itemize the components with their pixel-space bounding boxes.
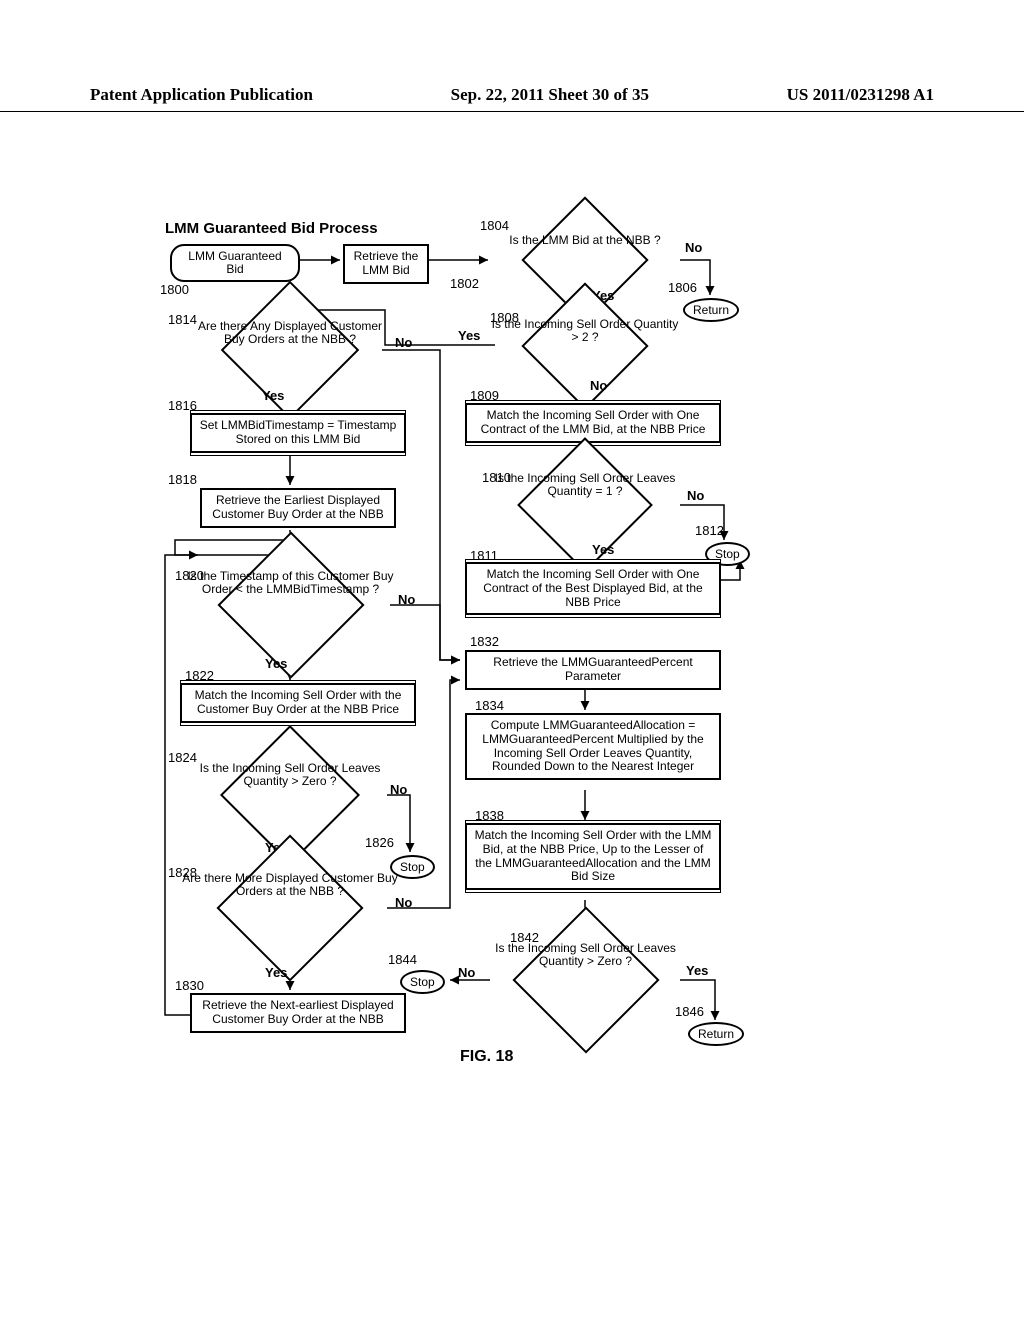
ref-1818: 1818 [168, 472, 197, 487]
label-no: No [687, 488, 704, 503]
process-1834: Compute LMMGuaranteedAllocation = LMMGua… [465, 713, 721, 780]
node-text: Return [698, 1027, 734, 1041]
decision-1804: Is the LMM Bid at the NBB ? [490, 234, 680, 286]
node-text: Match the Incoming Sell Order with the L… [475, 828, 712, 883]
node-text: Compute LMMGuaranteedAllocation = LMMGua… [482, 718, 703, 773]
page-header: Patent Application Publication Sep. 22, … [0, 85, 1024, 112]
node-text: Is the Incoming Sell Order Leaves Quanti… [180, 762, 400, 788]
node-text: Retrieve the LMMGuaranteedPercent Parame… [493, 655, 692, 683]
node-text: Match the Incoming Sell Order with One C… [481, 408, 706, 436]
process-1818: Retrieve the Earliest Displayed Customer… [200, 488, 396, 528]
ref-1844: 1844 [388, 952, 417, 967]
pub-type: Patent Application Publication [90, 85, 313, 105]
label-yes: Yes [458, 328, 480, 343]
node-text: Set LMMBidTimestamp = Timestamp Stored o… [200, 418, 397, 446]
ref-1846: 1846 [675, 1004, 704, 1019]
ref-1816: 1816 [168, 398, 197, 413]
label-yes: Yes [265, 656, 287, 671]
label-yes: Yes [265, 965, 287, 980]
process-1830: Retrieve the Next-earliest Displayed Cus… [190, 993, 406, 1033]
ref-1830: 1830 [175, 978, 204, 993]
label-yes: Yes [262, 388, 284, 403]
ref-1838: 1838 [475, 808, 504, 823]
process-1802: Retrieve the LMM Bid [343, 244, 429, 284]
process-1832: Retrieve the LMMGuaranteedPercent Parame… [465, 650, 721, 690]
node-text: Stop [400, 860, 425, 874]
label-no: No [590, 378, 607, 393]
ref-1826: 1826 [365, 835, 394, 850]
node-text: Is the Incoming Sell Order Leaves Quanti… [490, 472, 680, 498]
terminal-1806: Return [683, 298, 739, 322]
node-text: Is the Timestamp of this Customer Buy Or… [178, 570, 403, 596]
node-text: Stop [715, 547, 740, 561]
label-no: No [458, 965, 475, 980]
node-text: Match the Incoming Sell Order with One C… [483, 567, 702, 609]
decision-1810: Is the Incoming Sell Order Leaves Quanti… [490, 472, 680, 538]
ref-1832: 1832 [470, 634, 499, 649]
ref-1802: 1802 [450, 276, 479, 291]
ref-1800: 1800 [160, 282, 189, 297]
terminal-1844: Stop [400, 970, 445, 994]
ref-1804: 1804 [480, 218, 509, 233]
process-1809: Match the Incoming Sell Order with One C… [465, 403, 721, 443]
label-no: No [395, 335, 412, 350]
ref-1809: 1809 [470, 388, 499, 403]
decision-1808: Is the Incoming Sell Order Quantity > 2 … [490, 318, 680, 374]
ref-1806: 1806 [668, 280, 697, 295]
node-text: LMM Guaranteed Bid [188, 249, 281, 276]
decision-1820: Is the Timestamp of this Customer Buy Or… [178, 570, 403, 640]
sheet-info: Sep. 22, 2011 Sheet 30 of 35 [451, 85, 649, 105]
process-1811: Match the Incoming Sell Order with One C… [465, 562, 721, 615]
label-yes: Yes [592, 542, 614, 557]
node-text: Match the Incoming Sell Order with the C… [195, 688, 402, 716]
ref-1811: 1811 [470, 548, 498, 563]
node-text: Retrieve the Next-earliest Displayed Cus… [202, 998, 393, 1026]
node-text: Is the Incoming Sell Order Leaves Quanti… [488, 942, 683, 968]
node-text: Stop [410, 975, 435, 989]
terminal-1846: Return [688, 1022, 744, 1046]
terminal-start: LMM Guaranteed Bid [170, 244, 300, 282]
figure-label: FIG. 18 [460, 1048, 513, 1066]
decision-1842: Is the Incoming Sell Order Leaves Quanti… [488, 942, 683, 1018]
decision-1828: Are there More Displayed Customer Buy Or… [180, 872, 400, 944]
ref-1822: 1822 [185, 668, 214, 683]
node-text: Is the LMM Bid at the NBB ? [490, 234, 680, 247]
ref-1812: 1812 [695, 523, 724, 538]
node-text: Retrieve the Earliest Displayed Customer… [212, 493, 383, 521]
node-text: Is the Incoming Sell Order Quantity > 2 … [490, 318, 680, 344]
node-text: Return [693, 303, 729, 317]
flowchart-diagram: LMM Guaranteed Bid Process [150, 220, 890, 1120]
node-text: Retrieve the LMM Bid [354, 249, 419, 277]
pub-number: US 2011/0231298 A1 [787, 85, 934, 105]
label-yes: Yes [686, 963, 708, 978]
node-text: Are there More Displayed Customer Buy Or… [180, 872, 400, 898]
decision-1824: Is the Incoming Sell Order Leaves Quanti… [180, 762, 400, 828]
label-no: No [685, 240, 702, 255]
ref-1834: 1834 [475, 698, 504, 713]
decision-1814: Are there Any Displayed Customer Buy Ord… [190, 320, 390, 380]
node-text: Are there Any Displayed Customer Buy Ord… [190, 320, 390, 346]
process-1838: Match the Incoming Sell Order with the L… [465, 823, 721, 890]
process-1822: Match the Incoming Sell Order with the C… [180, 683, 416, 723]
process-1816: Set LMMBidTimestamp = Timestamp Stored o… [190, 413, 406, 453]
